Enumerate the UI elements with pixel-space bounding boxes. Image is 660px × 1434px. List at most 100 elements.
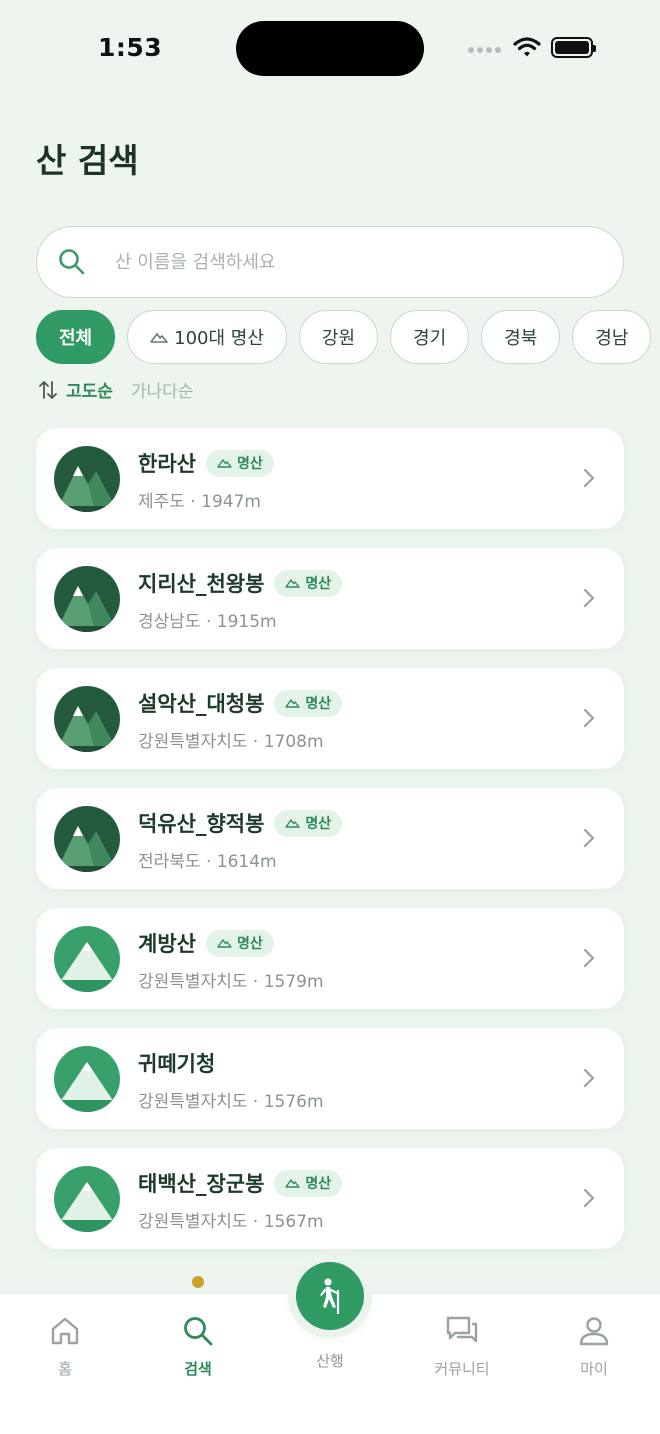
famous-badge: 명산 [274,809,343,837]
mountain-name: 지리산_천왕봉 [138,572,265,596]
status-time: 1:53 [98,33,163,62]
home-icon [51,1317,79,1345]
chevron-right-icon [583,708,595,728]
mountain-altitude: 1708m [263,732,324,752]
mountain-altitude: 1947m [201,492,261,512]
mountain-region: 강원특별자치도 [138,732,248,752]
mountain-card[interactable]: 계방산 명산 강원특별자치도 · 1579m [36,908,624,1009]
filter-chip-gangwon[interactable]: 강원 [298,310,379,364]
mountain-altitude: 1576m [263,1092,324,1112]
mountain-avatar-icon [54,806,120,872]
tab-label: 커뮤니티 [434,1360,490,1378]
battery-icon [551,36,596,58]
chevron-right-icon [583,948,595,968]
mountain-icon [285,699,301,708]
famous-badge: 명산 [205,449,274,477]
mountain-meta: 강원특별자치도 · 1579m [138,972,324,992]
famous-badge: 명산 [274,1169,343,1197]
mountain-name: 덕유산_향적봉 [138,812,265,836]
chip-label: 100대 명산 [174,328,264,349]
search-bar[interactable] [36,226,624,298]
mountain-region: 강원특별자치도 [138,1212,248,1232]
tab-home[interactable]: 홈 [20,1314,110,1379]
mountain-meta: 강원특별자치도 · 1708m [138,732,324,752]
filter-chip-all[interactable]: 전체 [36,310,116,364]
tab-label: 검색 [184,1360,212,1378]
mountain-card[interactable]: 덕유산_향적봉 명산 전라북도 · 1614m [36,788,624,889]
badge-label: 명산 [305,1176,332,1192]
filter-chip-gyeongbuk[interactable]: 경북 [481,310,561,364]
mountain-avatar-icon [54,1046,120,1112]
signal-icon [468,47,501,53]
mountain-avatar-icon [54,1166,120,1232]
mountain-name: 태백산_장군봉 [138,1172,265,1196]
chip-label: 경북 [504,328,538,349]
chevron-right-icon [583,468,595,488]
search-icon [59,249,85,275]
filter-chip-gyeongnam[interactable]: 경남 [572,310,652,364]
filter-chip-gyeonggi[interactable]: 경기 [390,310,470,364]
chip-label: 경기 [413,328,447,349]
mountain-name: 한라산 [138,452,196,476]
user-icon [579,1317,609,1346]
page-title: 산 검색 [36,141,139,180]
mountain-icon [285,1179,301,1188]
active-tab-indicator [192,1276,204,1288]
mountain-name: 설악산_대청봉 [138,692,265,716]
famous-badge: 명산 [205,929,274,957]
chevron-right-icon [583,828,595,848]
tab-community[interactable]: 커뮤니티 [417,1314,507,1379]
badge-label: 명산 [236,936,263,952]
mountain-region: 전라북도 [138,852,201,872]
mountain-icon [285,579,301,588]
mountain-meta: 제주도 · 1947m [138,492,261,512]
chevron-right-icon [583,1188,595,1208]
mountain-meta: 경상남도 · 1915m [138,612,277,632]
mountain-icon [150,333,168,343]
mountain-region: 경상남도 [138,612,201,632]
tab-my[interactable]: 마이 [549,1314,639,1379]
wifi-icon [513,37,541,57]
mountain-region: 강원특별자치도 [138,1092,248,1112]
dynamic-island [236,21,424,76]
badge-label: 명산 [305,576,332,592]
chevron-right-icon [583,588,595,608]
status-bar: 1:53 [0,0,660,100]
badge-label: 명산 [305,816,332,832]
search-input[interactable] [115,251,575,273]
tab-search[interactable]: 검색 [153,1314,243,1379]
chip-label: 경남 [595,328,629,349]
mountain-meta: 전라북도 · 1614m [138,852,277,872]
mountain-avatar-icon [54,686,120,752]
tab-label: 마이 [580,1360,608,1378]
chip-label: 전체 [59,328,93,349]
mountain-card[interactable]: 설악산_대청봉 명산 강원특별자치도 · 1708m [36,668,624,769]
mountain-icon [217,459,232,468]
start-hike-button[interactable] [296,1262,364,1330]
hiker-icon [320,1278,340,1315]
mountain-altitude: 1579m [263,972,324,992]
sort-by-name[interactable]: 가나다순 [131,377,194,402]
mountain-card[interactable]: 귀떼기청 강원특별자치도 · 1576m [36,1028,624,1129]
search-icon [184,1317,213,1346]
mountain-meta: 강원특별자치도 · 1567m [138,1212,324,1232]
chevron-right-icon [583,1068,595,1088]
sort-options: 고도순 가나다순 [38,377,193,402]
status-icons [468,36,596,58]
mountain-region: 강원특별자치도 [138,972,248,992]
chat-bubbles-icon [446,1316,478,1343]
badge-label: 명산 [236,456,263,472]
mountain-card[interactable]: 지리산_천왕봉 명산 경상남도 · 1915m [36,548,624,649]
mountain-altitude: 1614m [216,852,277,872]
mountain-card[interactable]: 한라산 명산 제주도 · 1947m [36,428,624,529]
tab-hike-label[interactable]: 산행 [285,1350,375,1371]
tab-label: 홈 [58,1360,72,1378]
mountain-avatar-icon [54,926,120,992]
mountain-name: 귀떼기청 [138,1052,216,1076]
mountain-meta: 강원특별자치도 · 1576m [138,1092,324,1112]
filter-chip-top100[interactable]: 100대 명산 [127,310,287,364]
famous-badge: 명산 [274,569,343,597]
sort-by-altitude[interactable]: 고도순 [66,377,113,402]
mountain-card[interactable]: 태백산_장군봉 명산 강원특별자치도 · 1567m [36,1148,624,1249]
mountain-altitude: 1915m [216,612,277,632]
